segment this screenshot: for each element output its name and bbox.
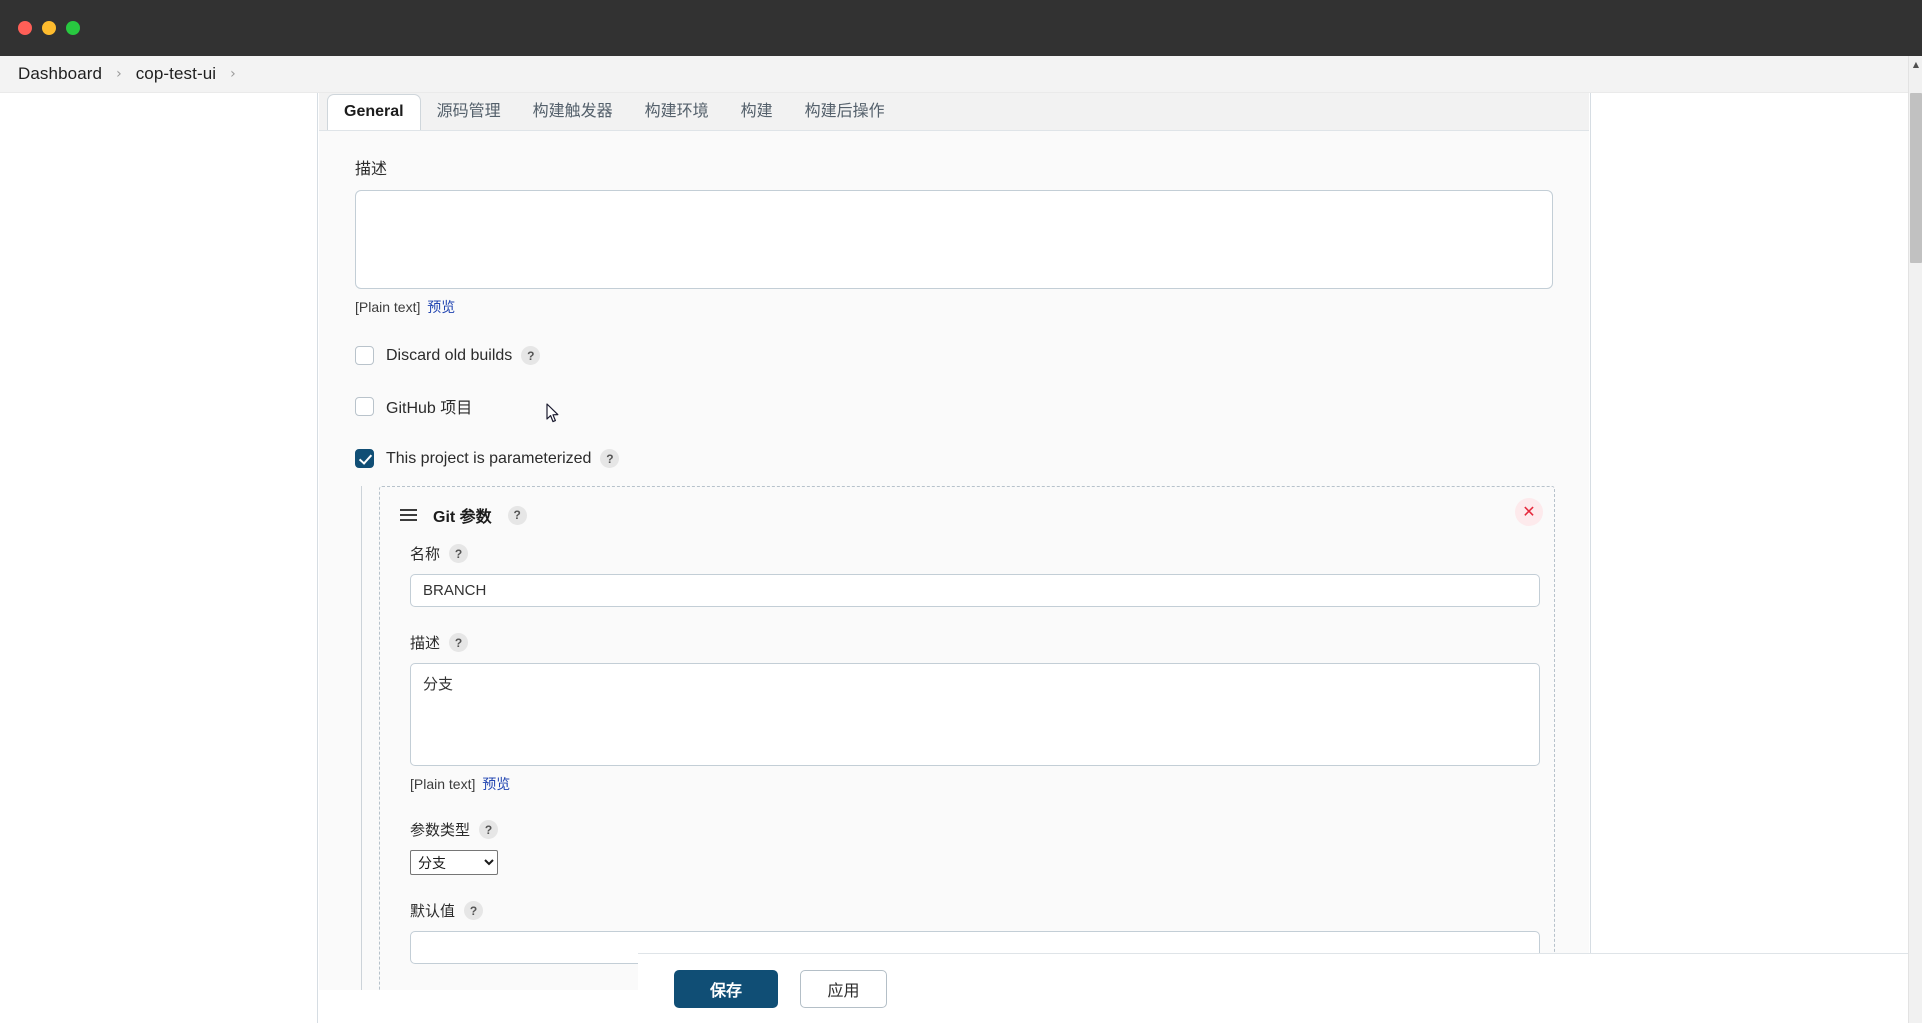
- close-window-button[interactable]: [18, 21, 32, 35]
- breadcrumb-separator-icon: ›: [230, 66, 236, 82]
- breadcrumb: Dashboard › cop-test-ui ›: [0, 56, 1922, 93]
- left-rail: [0, 93, 318, 1023]
- param-type-label-text: 参数类型: [410, 822, 471, 839]
- maximize-window-button[interactable]: [66, 21, 80, 35]
- apply-button[interactable]: 应用: [800, 969, 887, 1008]
- parameter-block-body: 名称 ? 描述 ? [Plain text]: [400, 543, 1540, 964]
- plain-text-label: [Plain text]: [355, 299, 421, 315]
- description-label-text: 描述: [355, 161, 388, 178]
- remove-parameter-button[interactable]: ✕: [1515, 498, 1543, 526]
- breadcrumb-separator-icon: ›: [116, 66, 122, 82]
- breadcrumb-item-dashboard[interactable]: Dashboard: [18, 64, 102, 84]
- help-icon[interactable]: ?: [521, 346, 541, 365]
- github-project-checkbox[interactable]: [355, 396, 374, 416]
- help-icon[interactable]: ?: [600, 449, 620, 468]
- tab-source-management[interactable]: 源码管理: [421, 89, 517, 130]
- parameterized-checkbox[interactable]: [355, 449, 374, 468]
- tab-post-build-actions[interactable]: 构建后操作: [789, 89, 901, 130]
- description-plain-text-row: [Plain text] 预览: [355, 297, 1553, 317]
- breadcrumb-item-job[interactable]: cop-test-ui: [136, 64, 216, 84]
- parameter-block-title: Git 参数: [433, 509, 492, 526]
- param-name-input[interactable]: [410, 574, 1540, 607]
- param-default-value-label-text: 默认值: [410, 903, 456, 920]
- github-project-label: GitHub 项目: [386, 394, 472, 418]
- plain-text-label: [Plain text]: [410, 776, 476, 792]
- description-textarea[interactable]: [355, 190, 1553, 289]
- job-config-panel: General 源码管理 构建触发器 构建环境 构建 构建后操作 描述 [Pla…: [319, 93, 1908, 1023]
- discard-old-builds-checkbox[interactable]: [355, 346, 374, 365]
- parameter-block-wrapper: Git 参数 ? ✕ 名称 ? BRANCH 描述 ? 分支 [Plain te…: [355, 486, 1555, 990]
- parameterized-row[interactable]: This project is parameterized ?: [355, 449, 1553, 468]
- param-name-label-text: 名称: [410, 546, 441, 563]
- discard-old-builds-label-text: Discard old builds: [386, 346, 513, 364]
- github-project-row[interactable]: GitHub 项目: [355, 394, 1553, 418]
- param-description-textarea[interactable]: [410, 663, 1540, 766]
- param-name-label: 名称 ?: [410, 543, 1534, 564]
- save-button[interactable]: 保存: [674, 969, 778, 1008]
- scrollbar-thumb[interactable]: [1910, 93, 1922, 263]
- tab-build[interactable]: 构建: [725, 89, 789, 130]
- parameterized-label-text: This project is parameterized: [386, 449, 592, 467]
- parameter-block-header: Git 参数 ?: [400, 503, 1534, 527]
- drag-handle-icon[interactable]: [400, 507, 417, 522]
- config-action-bar: 保存 应用: [638, 953, 1908, 1023]
- minimize-window-button[interactable]: [42, 21, 56, 35]
- param-description-plain-text-row: [Plain text] 预览: [410, 774, 1534, 794]
- git-parameter-block: Git 参数 ? ✕ 名称 ? BRANCH 描述 ? 分支 [Plain te…: [379, 486, 1555, 990]
- vertical-scrollbar[interactable]: ▲: [1908, 56, 1922, 1023]
- tab-general[interactable]: General: [327, 94, 421, 131]
- window-title-bar: [0, 0, 1922, 56]
- parameterized-label: This project is parameterized ?: [386, 449, 620, 468]
- page-body: General 源码管理 构建触发器 构建环境 构建 构建后操作 描述 [Pla…: [0, 93, 1908, 1023]
- github-project-label-text: GitHub 项目: [386, 400, 473, 417]
- param-description-preview-link[interactable]: 预览: [482, 776, 510, 792]
- description-preview-link[interactable]: 预览: [427, 299, 455, 315]
- param-type-label: 参数类型 ?: [410, 819, 1534, 840]
- description-label: 描述: [355, 155, 1553, 179]
- help-icon[interactable]: ?: [507, 505, 527, 525]
- traffic-lights: [18, 21, 80, 35]
- help-icon[interactable]: ?: [464, 901, 484, 920]
- tab-build-triggers[interactable]: 构建触发器: [517, 89, 629, 130]
- panel-divider: [1590, 93, 1591, 1023]
- param-type-select[interactable]: 分支标签提交拉取请求分支或标签: [410, 850, 498, 875]
- config-tab-strip: General 源码管理 构建触发器 构建环境 构建 构建后操作: [319, 93, 1589, 131]
- discard-old-builds-label: Discard old builds ?: [386, 346, 541, 365]
- param-default-value-label: 默认值 ?: [410, 900, 1534, 921]
- help-icon[interactable]: ?: [449, 544, 469, 563]
- scroll-up-arrow-icon[interactable]: ▲: [1909, 58, 1922, 71]
- help-icon[interactable]: ?: [479, 820, 499, 839]
- discard-old-builds-row[interactable]: Discard old builds ?: [355, 346, 1553, 365]
- help-icon[interactable]: ?: [449, 633, 469, 652]
- tab-build-environment[interactable]: 构建环境: [629, 89, 725, 130]
- param-description-label-text: 描述: [410, 635, 441, 652]
- param-description-label: 描述 ?: [410, 632, 1534, 653]
- config-form-body: 描述 [Plain text] 预览 Discard old builds ?: [319, 130, 1589, 990]
- right-panel: [1590, 93, 1908, 1023]
